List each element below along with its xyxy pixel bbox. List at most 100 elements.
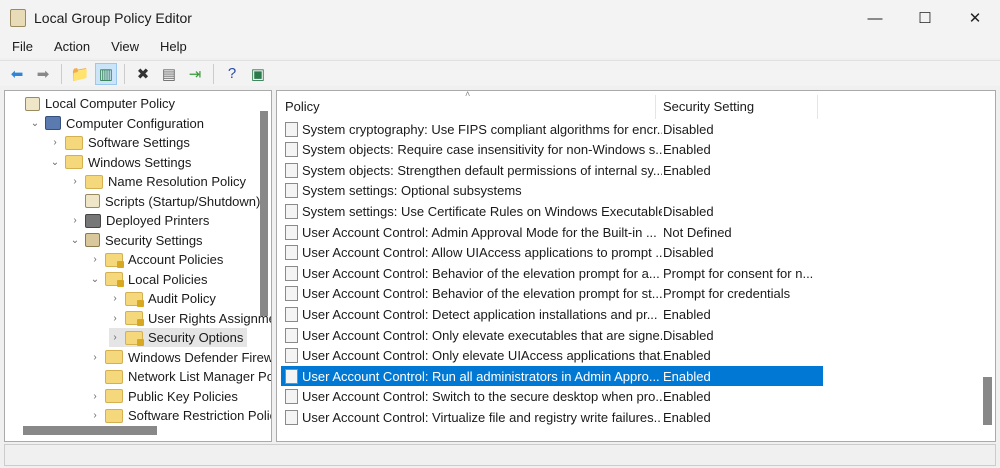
tree-item[interactable]: Scripts (Startup/Shutdown) — [69, 192, 264, 211]
policy-name: User Account Control: Admin Approval Mod… — [302, 224, 657, 240]
show-action-pane-button[interactable]: ▣ — [247, 63, 269, 85]
chevron-right-icon[interactable]: › — [89, 410, 101, 421]
policy-name: User Account Control: Only elevate UIAcc… — [302, 348, 662, 364]
policy-name: System objects: Strengthen default permi… — [302, 162, 662, 178]
chevron-right-icon[interactable]: › — [89, 391, 101, 402]
up-folder-button[interactable]: 📁 — [69, 63, 91, 85]
security-setting: Disabled — [663, 327, 714, 343]
chevron-right-icon[interactable]: › — [109, 313, 121, 324]
chevron-down-icon[interactable]: ⌄ — [89, 274, 101, 285]
tree-item[interactable]: ⌄ Local Policies — [89, 270, 212, 289]
chevron-down-icon[interactable]: ⌄ — [49, 157, 61, 168]
doc-icon — [85, 194, 100, 208]
properties-button[interactable]: ▤ — [158, 63, 180, 85]
chevron-right-icon[interactable]: › — [109, 293, 121, 304]
tree-item[interactable]: › Deployed Printers — [69, 211, 213, 230]
tree-item[interactable]: › Software Settings — [49, 133, 194, 152]
tree-item-label: Audit Policy — [148, 291, 216, 306]
menu-view[interactable]: View — [99, 36, 148, 58]
column-header-security-setting[interactable]: Security Setting — [663, 91, 754, 121]
policy-name: User Account Control: Behavior of the el… — [302, 286, 662, 302]
chevron-down-icon[interactable]: ⌄ — [29, 118, 41, 129]
column-divider[interactable] — [655, 95, 656, 119]
tree-item-label: Network List Manager Po — [128, 369, 272, 384]
list-vertical-scrollbar[interactable] — [983, 377, 992, 425]
table-row[interactable]: User Account Control: Admin Approval Mod… — [281, 222, 821, 242]
show-hide-tree-button[interactable]: ▥ — [95, 62, 117, 85]
tree-item-label: Windows Settings — [88, 154, 192, 170]
table-row[interactable]: System objects: Strengthen default permi… — [281, 160, 821, 180]
menu-file[interactable]: File — [0, 36, 42, 58]
table-row[interactable]: User Account Control: Only elevate execu… — [281, 325, 821, 345]
policy-icon — [285, 286, 298, 302]
policy-icon — [285, 306, 298, 322]
menu-help[interactable]: Help — [148, 36, 196, 58]
column-divider[interactable] — [817, 95, 818, 119]
table-row[interactable]: User Account Control: Only elevate UIAcc… — [281, 346, 821, 366]
tree-item[interactable]: › Software Restriction Polic — [89, 406, 271, 425]
table-row[interactable]: User Account Control: Behavior of the el… — [281, 284, 821, 304]
tree-horizontal-scrollbar[interactable] — [23, 426, 157, 435]
chevron-right-icon[interactable]: › — [69, 215, 81, 226]
table-row[interactable]: User Account Control: Run all administra… — [281, 366, 823, 387]
toolbar-separator — [213, 63, 214, 84]
policy-name: User Account Control: Virtualize file an… — [302, 409, 662, 425]
tree-item[interactable]: ⌄ Computer Configuration — [29, 114, 208, 133]
policy-name: System settings: Optional subsystems — [302, 183, 522, 199]
tree-item[interactable]: › Audit Policy — [109, 289, 220, 308]
title-bar: Local Group Policy Editor — ☐ ✕ — [0, 0, 1000, 36]
chevron-right-icon[interactable]: › — [49, 137, 61, 148]
forward-arrow-button[interactable]: ➡ — [32, 63, 54, 85]
tree-item-label: Windows Defender Firew — [128, 349, 272, 365]
policy-name: User Account Control: Run all administra… — [302, 368, 660, 384]
table-row[interactable]: User Account Control: Detect application… — [281, 304, 821, 324]
table-row[interactable]: User Account Control: Virtualize file an… — [281, 407, 821, 427]
tree-item[interactable]: ⌄ Windows Settings — [49, 153, 195, 172]
tree-item[interactable]: › Windows Defender Firew — [89, 348, 272, 367]
policy-editor-icon — [10, 9, 26, 27]
table-row[interactable]: User Account Control: Allow UIAccess app… — [281, 243, 821, 263]
back-arrow-button[interactable]: ⬅ — [6, 63, 28, 85]
policy-name: User Account Control: Behavior of the el… — [302, 265, 660, 281]
chevron-right-icon[interactable]: › — [89, 352, 101, 363]
export-list-icon: ⇥ — [188, 65, 202, 83]
tree-item[interactable]: Local Computer Policy — [9, 94, 179, 113]
chevron-right-icon[interactable]: › — [109, 332, 121, 343]
policy-icon — [285, 348, 298, 364]
column-header-policy[interactable]: Policy — [285, 91, 320, 121]
export-list-button[interactable]: ⇥ — [184, 63, 206, 85]
tree-item-label: Local Policies — [128, 271, 208, 287]
table-row[interactable]: System settings: Use Certificate Rules o… — [281, 201, 821, 221]
menu-bar: File Action View Help — [0, 36, 1000, 58]
menu-action[interactable]: Action — [42, 36, 99, 58]
policy-name: System settings: Use Certificate Rules o… — [302, 203, 662, 219]
maximize-button[interactable]: ☐ — [900, 0, 950, 36]
delete-icon: ✖ — [136, 65, 150, 83]
tree-vertical-scrollbar[interactable] — [260, 111, 268, 316]
tree-item[interactable]: › Name Resolution Policy — [69, 172, 250, 191]
minimize-button[interactable]: — — [850, 0, 900, 36]
table-row[interactable]: User Account Control: Switch to the secu… — [281, 387, 821, 407]
table-row[interactable]: System objects: Require case insensitivi… — [281, 140, 821, 160]
policy-icon — [285, 183, 298, 199]
tree-item[interactable]: › Account Policies — [89, 250, 227, 269]
tree-item[interactable]: › Security Options — [109, 328, 248, 347]
tree-item[interactable]: › Public Key Policies — [89, 387, 242, 406]
table-row[interactable]: User Account Control: Behavior of the el… — [281, 263, 821, 283]
table-row[interactable]: System settings: Optional subsystems — [281, 181, 821, 201]
chevron-down-icon[interactable]: ⌄ — [69, 235, 81, 246]
tree-item[interactable]: Network List Manager Po — [89, 367, 272, 386]
close-button[interactable]: ✕ — [950, 0, 1000, 36]
security-setting: Prompt for credentials — [663, 286, 791, 302]
chevron-right-icon[interactable]: › — [69, 176, 81, 187]
security-setting: Not Defined — [663, 224, 732, 240]
tree-item[interactable]: ⌄ Security Settings — [69, 231, 207, 250]
tree-item-label: Deployed Printers — [106, 213, 210, 228]
chevron-right-icon[interactable]: › — [89, 254, 101, 265]
tree-item[interactable]: › User Rights Assignme — [109, 309, 271, 328]
delete-button[interactable]: ✖ — [132, 63, 154, 85]
help-button[interactable]: ? — [221, 63, 243, 85]
policy-icon — [285, 389, 298, 405]
table-row[interactable]: System cryptography: Use FIPS compliant … — [281, 119, 821, 139]
help-icon: ? — [227, 65, 237, 82]
